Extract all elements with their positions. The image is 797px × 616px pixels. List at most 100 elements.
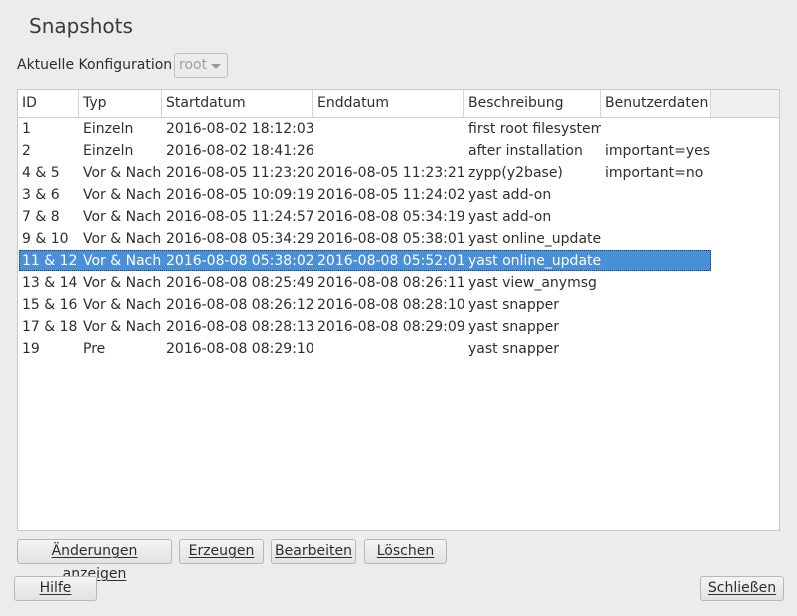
cell-end-date bbox=[313, 338, 464, 360]
cell-description: yast online_update bbox=[468, 231, 601, 247]
help-button[interactable]: Hilfe bbox=[14, 576, 97, 601]
cell-userdata bbox=[601, 338, 711, 360]
cell-type: Einzeln bbox=[83, 121, 134, 137]
cell-end-date: 2016-08-08 05:38:01 bbox=[317, 231, 464, 247]
table-row[interactable]: 1 Einzeln 2016-08-02 18:12:03 first root fi… bbox=[18, 118, 779, 140]
cell-userdata bbox=[601, 272, 711, 294]
cell-end-date: 2016-08-05 11:24:02 bbox=[317, 187, 464, 203]
cell-userdata bbox=[601, 118, 711, 140]
table-row[interactable]: 2 Einzeln 2016-08-02 18:41:26 after install… bbox=[18, 140, 779, 162]
cell-userdata: important=no bbox=[605, 165, 704, 181]
cell-start-date: 2016-08-08 05:38:02 bbox=[166, 253, 313, 269]
cell-end-date: 2016-08-08 08:29:09 bbox=[317, 319, 464, 335]
cell-id: 7 & 8 bbox=[22, 209, 60, 225]
cell-start-date: 2016-08-02 18:41:26 bbox=[166, 143, 313, 159]
cell-start-date: 2016-08-08 08:28:13 bbox=[166, 319, 313, 335]
cell-description: yast snapper bbox=[468, 297, 559, 313]
config-label: Aktuelle Konfiguration bbox=[17, 57, 173, 73]
help-label: Hilfe bbox=[39, 580, 72, 596]
cell-id: 17 & 18 bbox=[22, 319, 78, 335]
table-header: ID Typ Startdatum Enddatum Beschreibung … bbox=[18, 90, 779, 118]
cell-id: 19 bbox=[22, 341, 40, 357]
cell-type: Vor & Nach bbox=[83, 275, 162, 291]
cell-id: 4 & 5 bbox=[22, 165, 60, 181]
show-changes-button[interactable]: Änderungen anzeigen bbox=[17, 539, 172, 582]
chevron-down-icon bbox=[211, 64, 221, 69]
cell-type: Vor & Nach bbox=[83, 209, 162, 225]
column-header-id[interactable]: ID bbox=[18, 90, 79, 117]
cell-id: 2 bbox=[22, 143, 31, 159]
cell-description: yast snapper bbox=[468, 341, 559, 357]
cell-description: yast view_anymsg bbox=[468, 275, 597, 291]
cell-id: 15 & 16 bbox=[22, 297, 78, 313]
snapshots-table[interactable]: ID Typ Startdatum Enddatum Beschreibung … bbox=[17, 89, 780, 531]
config-select[interactable]: root bbox=[174, 53, 228, 78]
edit-label: Bearbeiten bbox=[275, 543, 352, 559]
table-row[interactable]: 19 Pre 2016-08-08 08:29:10 yast snapper bbox=[18, 338, 779, 360]
cell-userdata bbox=[601, 228, 711, 250]
cell-start-date: 2016-08-08 08:29:10 bbox=[166, 341, 313, 357]
cell-start-date: 2016-08-08 08:26:12 bbox=[166, 297, 313, 313]
cell-description: first root filesystem bbox=[468, 121, 601, 137]
cell-end-date: 2016-08-05 11:23:21 bbox=[317, 165, 464, 181]
table-row[interactable]: 9 & 10 Vor & Nach 2016-08-08 05:34:29 2016-… bbox=[18, 228, 779, 250]
table-row[interactable]: 13 & 14 Vor & Nach 2016-08-08 08:25:49 2016… bbox=[18, 272, 779, 294]
cell-type: Vor & Nach bbox=[83, 187, 162, 203]
cell-start-date: 2016-08-05 10:09:19 bbox=[166, 187, 313, 203]
cell-userdata: important=yes bbox=[605, 143, 711, 159]
config-select-value: root bbox=[179, 57, 208, 73]
table-row[interactable]: 7 & 8 Vor & Nach 2016-08-05 11:24:57 2016-0… bbox=[18, 206, 779, 228]
cell-end-date: 2016-08-08 05:34:19 bbox=[317, 209, 464, 225]
column-header-type[interactable]: Typ bbox=[79, 90, 162, 117]
cell-userdata bbox=[601, 250, 711, 272]
window-title: Snapshots bbox=[29, 14, 133, 38]
cell-end-date bbox=[313, 140, 464, 162]
table-row[interactable]: 11 & 12 Vor & Nach 2016-08-08 05:38:02 2016… bbox=[18, 250, 779, 272]
create-button[interactable]: Erzeugen bbox=[179, 539, 264, 564]
column-header-userdata[interactable]: Benutzerdaten bbox=[601, 90, 711, 117]
cell-type: Vor & Nach bbox=[83, 297, 162, 313]
cell-id: 1 bbox=[22, 121, 31, 137]
close-button[interactable]: Schließen bbox=[700, 576, 784, 601]
cell-description: yast online_update bbox=[468, 253, 601, 269]
cell-userdata bbox=[601, 316, 711, 338]
close-label: Schließen bbox=[707, 580, 777, 596]
column-header-description[interactable]: Beschreibung bbox=[464, 90, 601, 117]
cell-start-date: 2016-08-05 11:24:57 bbox=[166, 209, 313, 225]
table-row[interactable]: 15 & 16 Vor & Nach 2016-08-08 08:26:12 2016… bbox=[18, 294, 779, 316]
delete-button[interactable]: Löschen bbox=[364, 539, 447, 564]
cell-type: Vor & Nach bbox=[83, 253, 162, 269]
cell-userdata bbox=[601, 206, 711, 228]
cell-userdata bbox=[601, 294, 711, 316]
cell-type: Vor & Nach bbox=[83, 319, 162, 335]
cell-type: Vor & Nach bbox=[83, 231, 162, 247]
cell-end-date bbox=[313, 118, 464, 140]
cell-description: zypp(y2base) bbox=[468, 165, 563, 181]
cell-end-date: 2016-08-08 08:28:10 bbox=[317, 297, 464, 313]
table-row[interactable]: 17 & 18 Vor & Nach 2016-08-08 08:28:13 2016… bbox=[18, 316, 779, 338]
cell-description: yast snapper bbox=[468, 319, 559, 335]
cell-start-date: 2016-08-08 08:25:49 bbox=[166, 275, 313, 291]
create-label: Erzeugen bbox=[188, 543, 255, 559]
cell-description: yast add-on bbox=[468, 209, 552, 225]
cell-type: Vor & Nach bbox=[83, 165, 162, 181]
table-row[interactable]: 3 & 6 Vor & Nach 2016-08-05 10:09:19 2016-0… bbox=[18, 184, 779, 206]
cell-type: Einzeln bbox=[83, 143, 134, 159]
cell-start-date: 2016-08-02 18:12:03 bbox=[166, 121, 313, 137]
cell-start-date: 2016-08-05 11:23:20 bbox=[166, 165, 313, 181]
cell-id: 9 & 10 bbox=[22, 231, 69, 247]
table-row[interactable]: 4 & 5 Vor & Nach 2016-08-05 11:23:20 2016-0… bbox=[18, 162, 779, 184]
column-header-end-date[interactable]: Enddatum bbox=[313, 90, 464, 117]
cell-description: after installation bbox=[468, 143, 583, 159]
cell-start-date: 2016-08-08 05:34:29 bbox=[166, 231, 313, 247]
column-header-start-date[interactable]: Startdatum bbox=[162, 90, 313, 117]
cell-type: Pre bbox=[83, 341, 106, 357]
delete-label: Löschen bbox=[376, 543, 435, 559]
cell-id: 11 & 12 bbox=[22, 253, 78, 269]
cell-end-date: 2016-08-08 08:26:11 bbox=[317, 275, 464, 291]
cell-id: 3 & 6 bbox=[22, 187, 60, 203]
edit-button[interactable]: Bearbeiten bbox=[271, 539, 356, 564]
cell-description: yast add-on bbox=[468, 187, 552, 203]
cell-userdata bbox=[601, 184, 711, 206]
cell-id: 13 & 14 bbox=[22, 275, 78, 291]
